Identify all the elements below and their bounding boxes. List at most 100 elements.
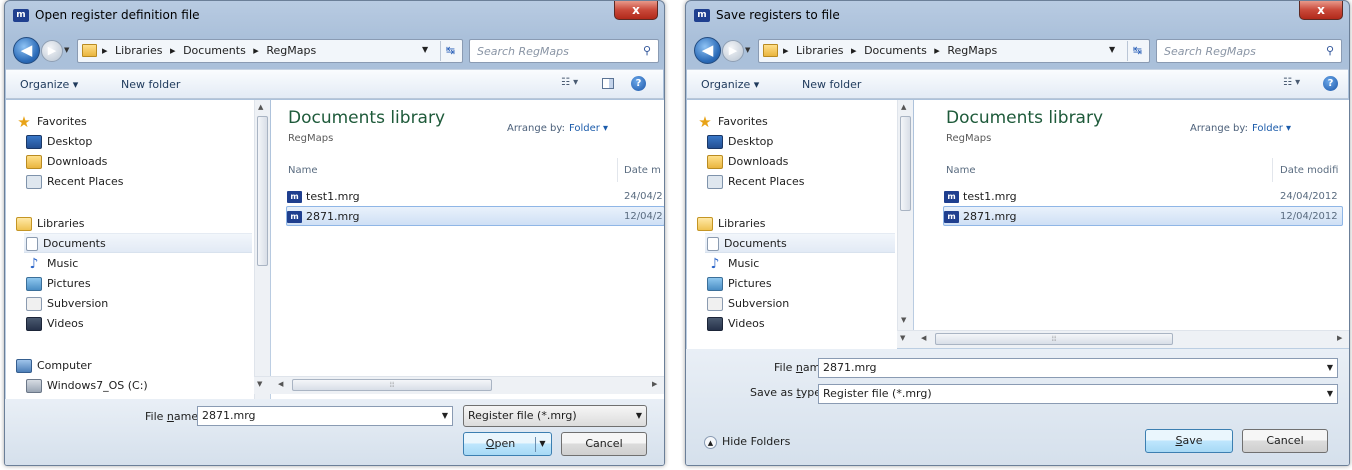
open-button[interactable]: Open ▼ [463, 432, 552, 456]
file-name-input[interactable]: 2871.mrg ▼ [197, 406, 453, 426]
nav-item-libraries[interactable]: Libraries [697, 214, 766, 234]
nav-item-computer[interactable]: Computer [16, 356, 92, 376]
scrollbar-thumb[interactable] [900, 116, 911, 211]
nav-item-favorites[interactable]: ★ Favorites [697, 112, 767, 132]
breadcrumb-item[interactable]: Documents [864, 44, 927, 57]
save-button[interactable]: Save [1145, 429, 1233, 453]
breadcrumb-item[interactable]: Libraries [796, 44, 844, 57]
recent-pages-icon[interactable]: ▼ [745, 45, 755, 55]
nav-item-videos[interactable]: Videos [707, 314, 765, 334]
scrollbar-thumb[interactable] [257, 116, 268, 266]
breadcrumb-item[interactable]: RegMaps [266, 44, 316, 57]
breadcrumb-item[interactable]: Libraries [115, 44, 163, 57]
nav-item-pictures[interactable]: Pictures [26, 274, 91, 294]
scroll-up-icon[interactable]: ▲ [258, 103, 263, 111]
file-type-select[interactable]: Register file (*.mrg) ▼ [463, 405, 647, 427]
search-icon[interactable]: ⚲ [1323, 44, 1337, 58]
search-input[interactable]: Search RegMaps ⚲ [469, 39, 659, 63]
nav-item-music[interactable]: ♪ Music [26, 254, 79, 274]
change-view-icon[interactable]: ☷ ▾ [561, 77, 591, 92]
file-row-selected[interactable]: m 2871.mrg 12/04/2012 [943, 206, 1343, 226]
nav-item-documents[interactable]: Documents [24, 233, 252, 253]
arrange-by-value[interactable]: Folder ▾ [569, 123, 608, 134]
nav-item-desktop[interactable]: Desktop [26, 132, 92, 152]
back-arrow-icon[interactable]: ◀ [13, 37, 40, 64]
close-button[interactable]: x [1299, 1, 1343, 20]
cancel-button[interactable]: Cancel [561, 432, 647, 456]
close-button[interactable]: x [614, 1, 658, 20]
nav-item-pictures[interactable]: Pictures [707, 274, 772, 294]
new-folder-button[interactable]: New folder [802, 78, 861, 91]
breadcrumb-item[interactable]: RegMaps [947, 44, 997, 57]
arrange-by[interactable]: Arrange by: Folder ▾ [1190, 123, 1291, 134]
nav-item-music[interactable]: ♪ Music [707, 254, 760, 274]
nav-item-documents[interactable]: Documents [705, 233, 895, 253]
scroll-left-icon[interactable]: ◀ [921, 334, 926, 342]
column-divider[interactable] [1272, 158, 1273, 182]
nav-item-videos[interactable]: Videos [26, 314, 84, 334]
file-name-dropdown-icon[interactable]: ▼ [442, 407, 448, 425]
search-input[interactable]: Search RegMaps ⚲ [1156, 39, 1342, 63]
scrollbar-thumb[interactable]: ⦙⦙⦙ [935, 333, 1173, 345]
scroll-right-icon[interactable]: ▶ [652, 380, 657, 388]
scroll-up-icon[interactable]: ▲ [901, 103, 906, 111]
new-folder-button[interactable]: New folder [121, 78, 180, 91]
back-arrow-icon[interactable]: ◀ [694, 37, 721, 64]
hide-folders-button[interactable]: ▲ Hide Folders [704, 435, 790, 449]
save-as-type-select[interactable]: Register file (*.mrg) ▼ [818, 384, 1338, 404]
recent-pages-icon[interactable]: ▼ [64, 45, 74, 55]
address-dropdown-icon[interactable]: ▼ [422, 45, 432, 54]
arrange-by-value[interactable]: Folder ▾ [1252, 123, 1291, 134]
horizontal-scrollbar[interactable]: ▼ ◀ ⦙⦙⦙ ▶ [897, 330, 1349, 348]
column-divider[interactable] [617, 158, 618, 182]
organize-button[interactable]: Organize ▾ [20, 78, 78, 91]
cancel-button[interactable]: Cancel [1242, 429, 1328, 453]
refresh-icon[interactable]: ↹ [1127, 41, 1147, 61]
scroll-left-icon[interactable]: ◀ [278, 380, 283, 388]
help-icon[interactable]: ? [1323, 76, 1338, 91]
file-row[interactable]: m test1.mrg 24/04/2012 [944, 187, 1349, 207]
scrollbar-thumb[interactable]: ⦙⦙⦙ [292, 379, 492, 391]
open-options-dropdown-icon[interactable]: ▼ [535, 437, 549, 452]
address-bar[interactable]: ▸ Libraries ▸ Documents ▸ RegMaps ▼ ↹ [77, 39, 463, 63]
horizontal-scrollbar[interactable]: ▼ ◀ ⦙⦙⦙ ▶ [254, 376, 664, 394]
arrange-by[interactable]: Arrange by: Folder ▾ [507, 123, 608, 134]
organize-button[interactable]: Organize ▾ [701, 78, 759, 91]
nav-item-recent-places[interactable]: Recent Places [707, 172, 805, 192]
file-row-selected[interactable]: m 2871.mrg 12/04/2 [286, 206, 664, 226]
preview-pane-icon[interactable] [602, 78, 614, 89]
file-row[interactable]: m test1.mrg 24/04/2 [287, 187, 664, 207]
nav-item-downloads[interactable]: Downloads [707, 152, 788, 172]
address-dropdown-icon[interactable]: ▼ [1109, 45, 1119, 54]
column-header-date[interactable]: Date modifi [1280, 165, 1338, 176]
search-icon[interactable]: ⚲ [640, 44, 654, 58]
forward-arrow-icon[interactable]: ▶ [41, 40, 63, 62]
navigation-scrollbar[interactable]: ▲ ▼ [254, 100, 270, 399]
scroll-down-icon[interactable]: ▼ [900, 334, 905, 342]
address-bar[interactable]: ▸ Libraries ▸ Documents ▸ RegMaps ▼ ↹ [758, 39, 1150, 63]
nav-item-favorites[interactable]: ★ Favorites [16, 112, 86, 132]
breadcrumb-item[interactable]: Documents [183, 44, 246, 57]
nav-item-desktop[interactable]: Desktop [707, 132, 773, 152]
file-name-input[interactable]: 2871.mrg ▼ [818, 358, 1338, 378]
column-header-date[interactable]: Date m [624, 165, 661, 176]
save-dialog-titlebar[interactable]: m Save registers to file x [686, 1, 1349, 31]
nav-item-subversion[interactable]: Subversion [707, 294, 789, 314]
help-icon[interactable]: ? [631, 76, 646, 91]
column-header-name[interactable]: Name [288, 165, 318, 176]
nav-item-recent-places[interactable]: Recent Places [26, 172, 124, 192]
scroll-down-icon[interactable]: ▼ [901, 316, 906, 324]
change-view-icon[interactable]: ☷ ▾ [1283, 77, 1313, 92]
column-header-name[interactable]: Name [946, 165, 976, 176]
nav-item-drive-c[interactable]: Windows7_OS (C:) [26, 376, 148, 396]
scroll-right-icon[interactable]: ▶ [1337, 334, 1342, 342]
navigation-scrollbar[interactable]: ▲ ▼ [897, 100, 913, 330]
nav-item-libraries[interactable]: Libraries [16, 214, 85, 234]
open-dialog-titlebar[interactable]: m Open register definition file x [5, 1, 664, 31]
nav-item-subversion[interactable]: Subversion [26, 294, 108, 314]
scroll-down-icon[interactable]: ▼ [257, 380, 262, 388]
file-name-dropdown-icon[interactable]: ▼ [1327, 359, 1333, 377]
refresh-icon[interactable]: ↹ [440, 41, 460, 61]
forward-arrow-icon[interactable]: ▶ [722, 40, 744, 62]
nav-item-downloads[interactable]: Downloads [26, 152, 107, 172]
